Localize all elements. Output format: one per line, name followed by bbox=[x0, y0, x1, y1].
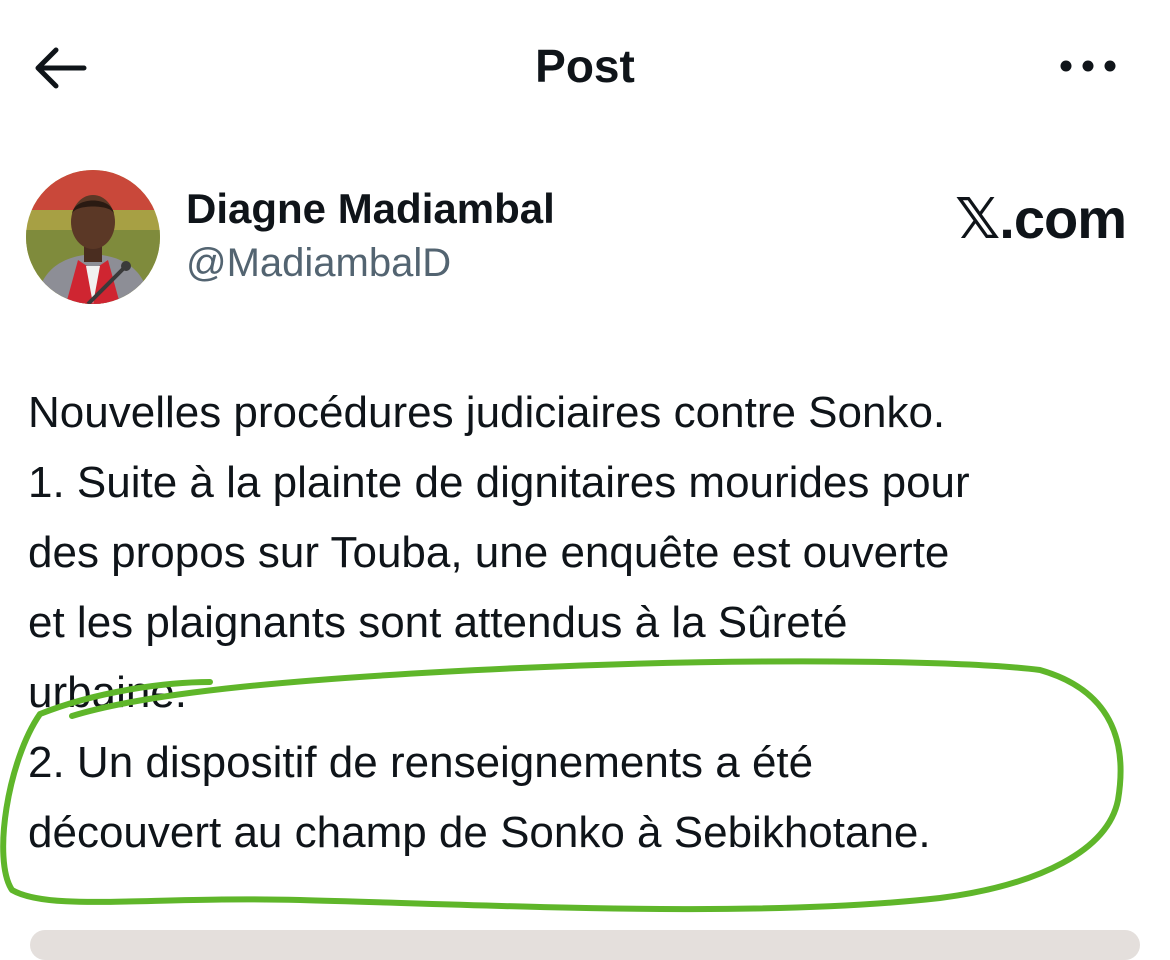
post-line: 2. Un dispositif de renseignements a été bbox=[28, 738, 814, 787]
avatar[interactable] bbox=[26, 170, 160, 304]
post-line: découvert au champ de Sonko à Sebikhotan… bbox=[28, 808, 931, 857]
next-card-edge bbox=[30, 930, 1140, 960]
author-display-name[interactable]: Diagne Madiambal bbox=[186, 182, 555, 236]
post-line: des propos sur Touba, une enquête est ou… bbox=[28, 528, 950, 577]
more-options-button[interactable] bbox=[1052, 44, 1124, 88]
post-line: Nouvelles procédures judiciaires contre … bbox=[28, 388, 946, 437]
page-title: Post bbox=[535, 40, 635, 92]
x-com-watermark: 𝕏.com bbox=[955, 187, 1127, 250]
post-line: urbaine. bbox=[28, 668, 188, 717]
profile-photo bbox=[26, 170, 160, 304]
post-text: Nouvelles procédures judiciaires contre … bbox=[28, 378, 1148, 868]
post-line: et les plaignants sont attendus à la Sûr… bbox=[28, 598, 848, 647]
author-handle[interactable]: @MadiambalD bbox=[186, 236, 451, 290]
post-line: 1. Suite à la plainte de dignitaires mou… bbox=[28, 458, 970, 507]
top-bar: Post bbox=[0, 0, 1170, 130]
more-horizontal-icon bbox=[1060, 60, 1116, 72]
